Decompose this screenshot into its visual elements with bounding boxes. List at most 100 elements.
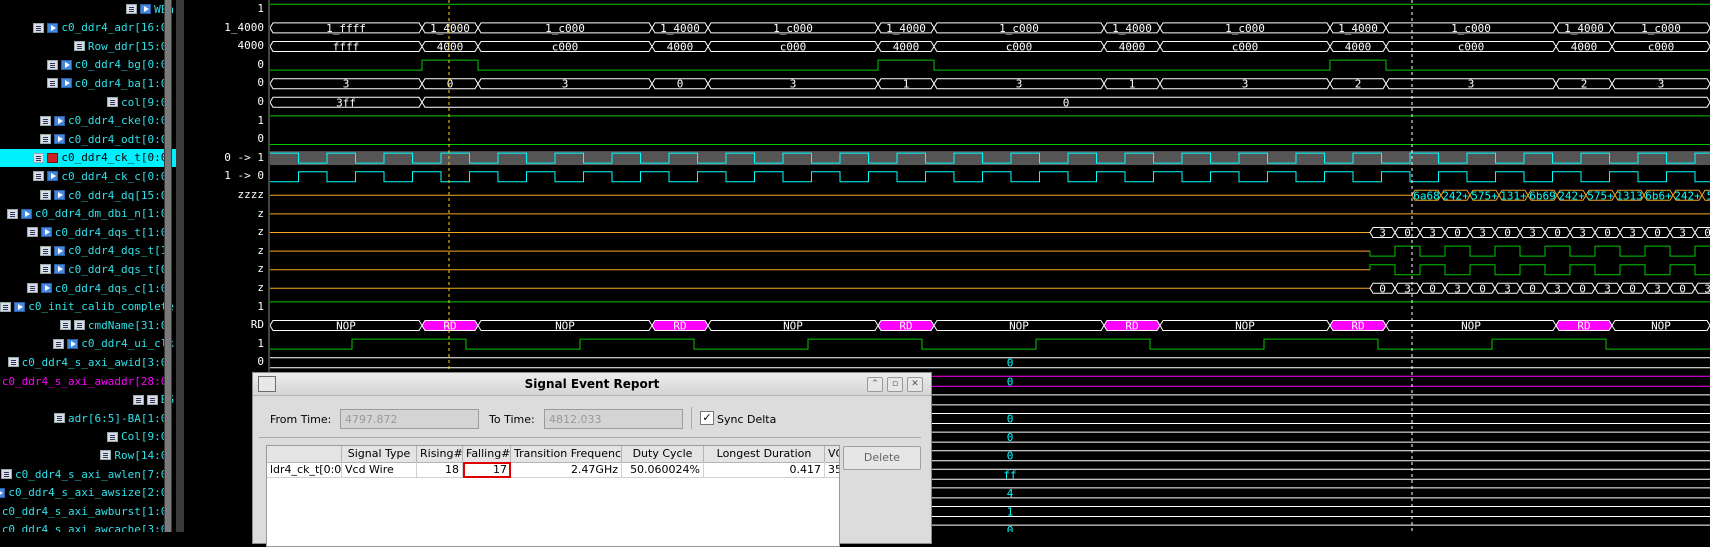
bus-value: 0 [1007,524,1014,532]
signal-format-icon [33,22,45,33]
signal-format-icon [126,4,138,14]
bus-value: NOP [1461,320,1481,333]
signal-row[interactable]: c0_ddr4_cke[0:0] [40,112,174,130]
signal-row[interactable]: c0_ddr4_dm_dbi_n[1:0] [6,205,174,223]
column-header[interactable] [267,446,342,462]
signal-row[interactable]: c0_ddr4_ck_c[0:0] [33,167,174,185]
signal-value: 4000 [237,39,265,53]
signal-row[interactable]: c0_ddr4_ba[1:0] [46,74,174,92]
table-cell[interactable]: 50.060024% [622,462,704,478]
column-header[interactable]: VC [825,446,839,462]
from-time-field[interactable]: 4797.872 [340,409,479,429]
signal-row[interactable]: c0_ddr4_s_axi_awaddr[28:0] [2,372,174,390]
minimize-icon[interactable]: ⌃ [867,377,883,392]
table-cell[interactable]: 2.47GHz [511,462,622,478]
bus-value: 3 [1479,227,1486,240]
signal-row[interactable]: c0_ddr4_dq[15:0] [40,186,174,204]
bus-value: 3 [790,78,797,91]
signal-format-icon [100,450,112,461]
bus-value: 3 [1629,227,1636,240]
column-header[interactable]: Longest Duration [704,446,825,462]
signal-value: 0 [257,76,264,90]
bus-value: 1_c000 [1641,22,1681,35]
table-cell[interactable]: 18 [417,462,463,478]
signal-direction-icon [40,283,52,293]
signal-direction-icon [54,134,66,145]
table-cell[interactable]: 35 [825,462,839,478]
bus-value: 4000 [667,41,694,54]
signal-row[interactable]: Row_ddr[15:0] [73,37,174,55]
signal-row[interactable]: c0_ddr4_s_axi_awsize[2:0] [0,484,174,502]
dialog-titlebar[interactable]: Signal Event Report ⌃ ▫ ✕ [253,373,931,396]
signal-row[interactable]: c0_ddr4_dqs_t[1:0] [26,223,174,241]
dialog-title: Signal Event Report [524,377,660,391]
maximize-icon[interactable]: ▫ [887,377,903,392]
bus-value: 1_ffff [326,22,366,35]
signal-format-icon [132,394,144,405]
signal-name: c0_ddr4_dqs_t[1:0] [54,225,174,239]
bus-value: c000 [1458,41,1485,54]
signal-name: c0_ddr4_s_axi_awsize[2:0] [8,486,174,500]
bus-value: 3 [1379,227,1386,240]
bus-value: NOP [336,320,356,333]
signal-row[interactable]: c0_ddr4_bg[0:0] [46,56,174,74]
signal-row[interactable]: adr[6:5]-BA[1:0] [54,409,174,427]
bus-value: 6b69 [1529,189,1556,202]
delete-button[interactable]: Delete [843,446,921,470]
signal-row[interactable]: c0_ddr4_s_axi_awid[3:0] [7,353,174,371]
bus-value: 4000 [893,41,920,54]
signal-direction-icon [47,171,59,182]
panel-divider[interactable] [176,0,184,532]
signal-format-icon [46,59,58,70]
bus-value: ff [1003,468,1016,481]
table-cell[interactable]: 0.417 [704,462,825,478]
signal-row[interactable]: cmdName[31:0] [59,316,174,334]
bus-value: 4000 [1345,41,1372,54]
signal-direction-icon [60,59,72,70]
column-header[interactable]: Duty Cycle [622,446,704,462]
bus-value: 1 [1129,78,1136,91]
signal-row[interactable]: c0_ddr4_dqs_c[1:0] [26,279,174,297]
signal-format-icon [40,190,52,200]
bus-value: 1_4000 [886,22,926,35]
bus-value: 0 [1007,413,1014,426]
signal-row[interactable]: c0_ddr4_dqs_t[0] [40,260,174,278]
signal-format-icon [33,171,45,182]
signal-row[interactable]: c0_ddr4_ui_clk [53,335,174,353]
bus-value: 0 [1429,282,1436,295]
bus-value: RD [443,320,456,333]
signal-row[interactable]: Row[14:0] [100,446,174,464]
signal-name: c0_ddr4_s_axi_awburst[1:0] [1,504,174,518]
signal-row[interactable]: c0_init_calib_complete [0,298,174,316]
column-header[interactable]: Rising# [417,446,463,462]
signal-row[interactable]: c0_ddr4_dqs_t[1] [40,242,174,260]
signal-row[interactable]: c0_ddr4_ck_t[0:0] [0,148,176,167]
to-time-field[interactable]: 4812.033 [544,409,683,429]
signal-format-icon [33,152,45,163]
close-icon[interactable]: ✕ [907,377,923,392]
bus-value: 1_4000 [1564,22,1604,35]
signal-row[interactable]: c0_ddr4_s_axi_awburst[1:0] [0,502,174,520]
signal-row[interactable]: c0_ddr4_s_axi_awcache[3:0] [0,521,174,532]
sync-delta-checkbox[interactable]: ✓ [700,411,714,425]
table-cell[interactable]: ldr4_ck_t[0:0] [267,462,342,478]
bus-value: RD [899,320,912,333]
table-cell[interactable]: Vcd Wire [342,462,417,478]
bus-value: 0 [1504,227,1511,240]
bus-value: 1313 [1616,189,1643,202]
signal-row[interactable]: c0_ddr4_adr[16:0] [33,19,174,37]
falling-count-cell-highlighted[interactable]: 17 [463,462,511,478]
column-header[interactable]: Signal Type [342,446,417,462]
signal-row[interactable]: c0_ddr4_odt[0:0] [40,130,174,148]
signal-row[interactable]: c0_ddr4_s_axi_awlen[7:0] [1,465,174,483]
signal-direction-icon [54,115,66,126]
bus-value: 0 [677,78,684,91]
bus-value: 3 [1579,227,1586,240]
name-panel-scrollbar[interactable] [164,0,172,532]
column-header[interactable]: Transition Frequency [511,446,622,462]
signal-format-icon [40,134,52,145]
bus-value: 3 [1554,282,1561,295]
bus-value: NOP [783,320,803,333]
bus-value: 1_c000 [773,22,813,35]
column-header[interactable]: Falling# [463,446,511,462]
